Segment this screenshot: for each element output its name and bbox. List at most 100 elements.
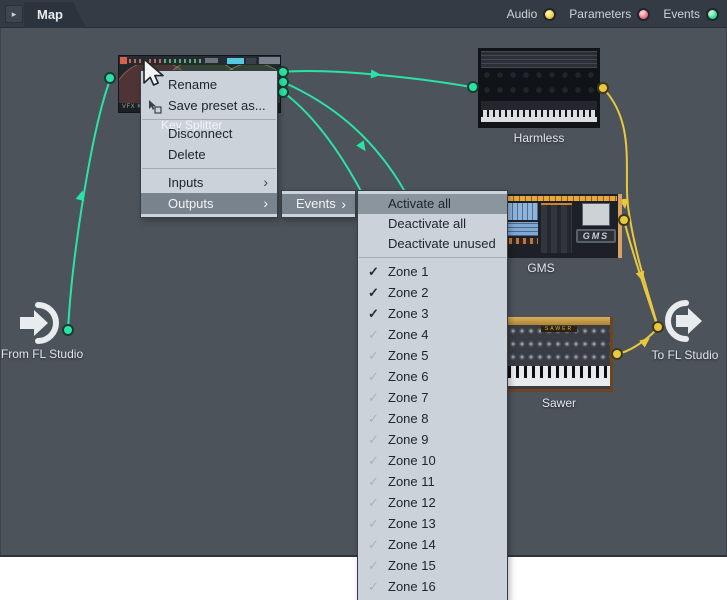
zone-label: Zone 4: [388, 327, 428, 342]
menu-item-delete[interactable]: Delete: [141, 144, 277, 165]
menu-item-events[interactable]: Events ›: [282, 194, 355, 214]
check-icon: ✓: [368, 387, 379, 408]
port-keysplitter-out-2[interactable]: [279, 78, 287, 86]
zone-menu-item[interactable]: ✓ Zone 6: [358, 366, 507, 387]
harmless-thumb-top: [481, 51, 597, 68]
mouse-cursor: [141, 57, 171, 94]
zone-menu-item[interactable]: ✓ Zone 2: [358, 282, 507, 303]
save-preset-icon: [148, 99, 162, 120]
gms-node[interactable]: GMS: [500, 194, 622, 258]
check-icon: ✓: [368, 429, 379, 450]
check-icon: ✓: [368, 576, 379, 597]
zone-menu-item[interactable]: ✓ Zone 15: [358, 555, 507, 576]
zone-menu-item[interactable]: ✓ Zone 8: [358, 408, 507, 429]
legend-parameters: Parameters: [569, 7, 650, 21]
zone-menu-item[interactable]: ✓ Zone 12: [358, 492, 507, 513]
chevron-right-icon: ›: [263, 193, 268, 214]
harmless-node[interactable]: [478, 48, 600, 128]
check-icon: ✓: [368, 408, 379, 429]
expand-button[interactable]: ▸: [5, 5, 23, 23]
legend-events-label: Events: [663, 7, 700, 21]
events-zones-submenu: Activate all Deactivate all Deactivate u…: [357, 190, 508, 600]
zone-label: Zone 6: [388, 369, 428, 384]
check-icon: ✓: [368, 450, 379, 471]
zone-label: Zone 11: [388, 474, 435, 489]
chevron-right-icon: ›: [341, 194, 346, 214]
gms-pattern-bar: [502, 196, 617, 201]
sawer-keyboard: [508, 366, 610, 386]
port-tofl-in[interactable]: [654, 323, 662, 331]
harmless-thumb-panel: [481, 68, 597, 101]
audio-led-icon[interactable]: [543, 8, 556, 21]
port-harmless-in[interactable]: [469, 83, 477, 91]
zone-menu-item[interactable]: ✓ Zone 5: [358, 345, 507, 366]
menu-item-deactivate-all[interactable]: Deactivate all: [358, 214, 507, 234]
zone-menu-item[interactable]: ✓ Zone 3: [358, 303, 507, 324]
legend-events: Events: [663, 7, 719, 21]
zone-label: Zone 3: [388, 306, 428, 321]
menu-item-inputs[interactable]: Inputs ›: [141, 172, 277, 193]
to-fl-studio-icon: [660, 298, 706, 344]
sawer-label: Sawer: [505, 396, 613, 410]
zone-menu-item[interactable]: ✓ Zone 9: [358, 429, 507, 450]
legend-audio-label: Audio: [507, 7, 538, 21]
zone-label: Zone 14: [388, 537, 436, 552]
port-gms-out[interactable]: [620, 216, 628, 224]
harmless-thumb-strip: [481, 101, 597, 110]
zone-menu-item[interactable]: ✓ Zone 11: [358, 471, 507, 492]
tab-map[interactable]: Map: [24, 2, 86, 28]
harmless-label: Harmless: [478, 131, 600, 145]
port-keysplitter-out-3[interactable]: [279, 88, 287, 96]
expand-arrow-icon: ▸: [12, 9, 17, 20]
menu-item-disconnect[interactable]: Disconnect: [141, 123, 277, 144]
sawer-node[interactable]: SAWER: [505, 317, 613, 392]
check-icon: ✓: [368, 366, 379, 387]
from-fl-studio-icon: [18, 300, 64, 346]
zone-list: ✓ Zone 1 ✓ Zone 2 ✓ Zone 3 ✓ Zone 4 ✓ Zo…: [358, 261, 507, 597]
zone-menu-item[interactable]: ✓ Zone 13: [358, 513, 507, 534]
from-fl-studio-node[interactable]: [18, 300, 64, 351]
zone-label: Zone 15: [388, 558, 436, 573]
menu-separator: [142, 168, 276, 169]
zone-label: Zone 13: [388, 516, 436, 531]
zone-menu-item[interactable]: ✓ Zone 10: [358, 450, 507, 471]
port-keysplitter-out-1[interactable]: [279, 68, 287, 76]
menu-item-activate-all[interactable]: Activate all: [358, 194, 507, 214]
parameters-led-icon[interactable]: [637, 8, 650, 21]
port-sawer-out[interactable]: [613, 350, 621, 358]
zone-menu-item[interactable]: ✓ Zone 4: [358, 324, 507, 345]
zone-label: Zone 8: [388, 411, 428, 426]
to-fl-studio-label: To FL Studio: [645, 348, 725, 362]
gms-edge-strip: [618, 194, 622, 258]
harmless-keyboard: [481, 110, 597, 122]
patcher-toolbar: ▸ Map Audio Parameters Events: [0, 0, 727, 28]
zone-label: Zone 5: [388, 348, 428, 363]
gms-sliders: [541, 203, 572, 253]
zone-label: Zone 1: [388, 264, 428, 279]
zone-menu-item[interactable]: ✓ Zone 7: [358, 387, 507, 408]
zone-menu-item[interactable]: ✓ Zone 16: [358, 576, 507, 597]
menu-item-deactivate-unused[interactable]: Deactivate unused: [358, 234, 507, 254]
menu-item-outputs[interactable]: Outputs ›: [141, 193, 277, 214]
zone-label: Zone 12: [388, 495, 436, 510]
connection-type-legend: Audio Parameters Events: [507, 0, 719, 28]
outputs-submenu: Events ›: [281, 190, 356, 218]
legend-parameters-label: Parameters: [569, 7, 631, 21]
zone-menu-item[interactable]: ✓ Zone 1: [358, 261, 507, 282]
port-harmless-out[interactable]: [599, 84, 607, 92]
port-keysplitter-in[interactable]: [106, 74, 114, 82]
events-led-icon[interactable]: [706, 8, 719, 21]
to-fl-studio-node[interactable]: [660, 298, 706, 349]
menu-item-save-preset[interactable]: Save preset as...: [141, 95, 277, 116]
check-icon: ✓: [368, 555, 379, 576]
port-fromfl-out[interactable]: [64, 326, 72, 334]
zone-label: Zone 2: [388, 285, 428, 300]
legend-audio: Audio: [507, 7, 557, 21]
check-icon: ✓: [368, 324, 379, 345]
patcher-window: ▸ Map Audio Parameters Events: [0, 0, 727, 600]
zone-label: Zone 7: [388, 390, 428, 405]
check-icon: ✓: [368, 492, 379, 513]
check-icon: ✓: [368, 282, 379, 303]
zone-menu-item[interactable]: ✓ Zone 14: [358, 534, 507, 555]
check-icon: ✓: [368, 471, 379, 492]
